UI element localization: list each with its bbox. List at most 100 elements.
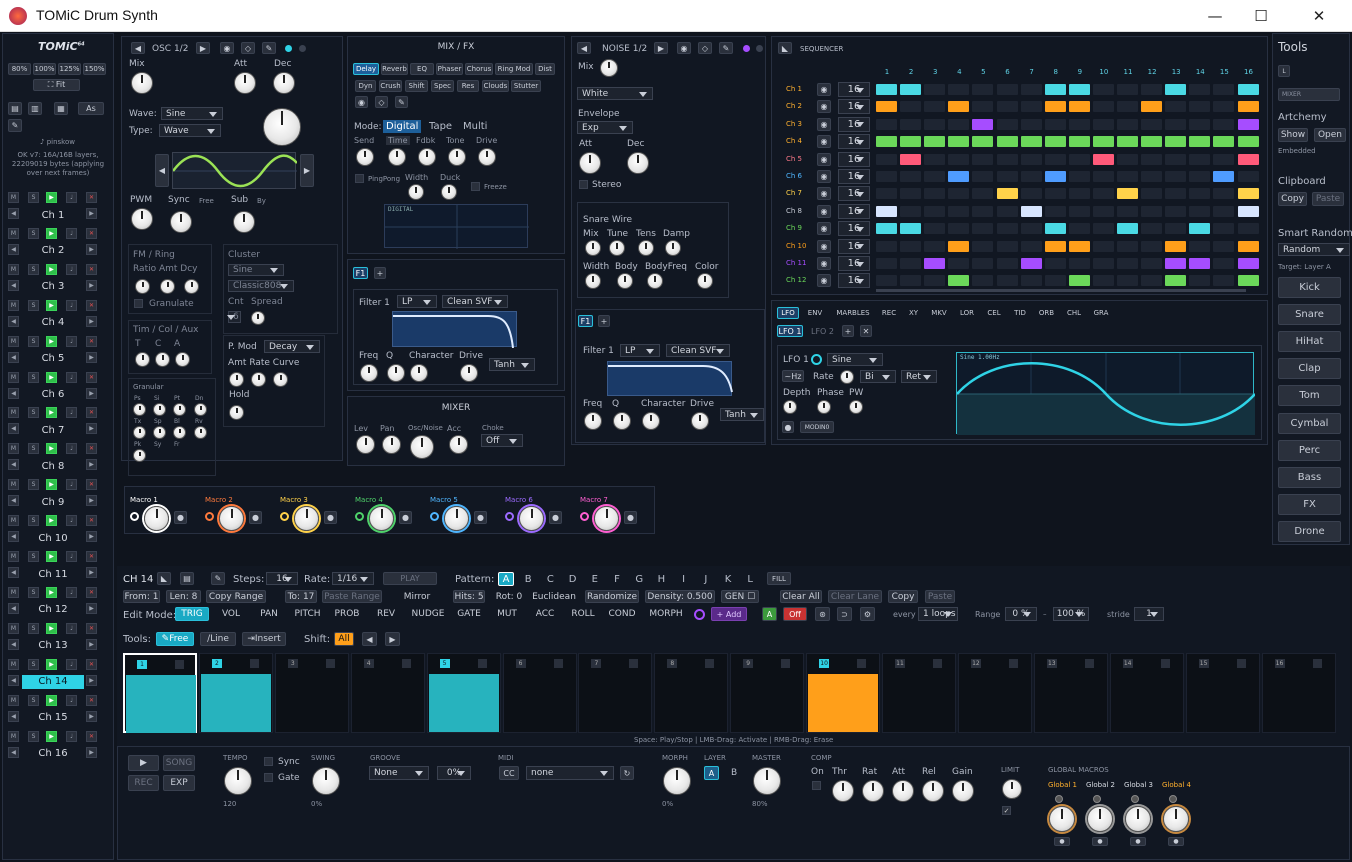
osc-att-knob[interactable]	[234, 72, 256, 94]
tool-fx-button[interactable]: FX	[1278, 493, 1341, 515]
seq-step-cell[interactable]	[924, 118, 946, 130]
seq-step-cell[interactable]	[972, 205, 994, 217]
seq-step-cell[interactable]	[948, 171, 970, 182]
ch-solo-button[interactable]: S	[28, 658, 39, 670]
seq-step-cell[interactable]	[900, 84, 922, 95]
ch-prev-button[interactable]: ◀	[8, 567, 19, 578]
export-icon[interactable]: ▦	[54, 102, 68, 115]
stride-field[interactable]: 1	[1134, 607, 1164, 621]
choke-select[interactable]: Off	[481, 434, 523, 447]
ch-remove-button[interactable]: ✕	[86, 192, 97, 203]
groove-select[interactable]: None	[369, 766, 429, 780]
smart-random-select[interactable]: Random	[1278, 243, 1350, 256]
seq-step-cell[interactable]	[996, 136, 1018, 148]
seq-step-cell[interactable]	[1237, 153, 1259, 165]
seq-step-cell[interactable]	[948, 101, 970, 113]
seq-row-power-icon[interactable]: ◉	[817, 117, 831, 131]
seq-step-cell[interactable]	[1237, 258, 1259, 269]
midi-refresh-icon[interactable]: ↻	[620, 766, 634, 780]
ch-play-button[interactable]: ▶	[46, 730, 57, 742]
gate-checkbox[interactable]	[264, 773, 273, 782]
fx-mode-tape[interactable]: Tape	[426, 120, 455, 133]
global-macro-dot-icon[interactable]	[1131, 795, 1139, 803]
pmod-rate-knob[interactable]	[251, 372, 266, 387]
seq-step-cell[interactable]	[1092, 153, 1114, 165]
zoom-3-button[interactable]: 150%	[83, 63, 106, 75]
fx-power-icon[interactable]: ◉	[355, 96, 368, 108]
seq-step-cell[interactable]	[1092, 223, 1114, 235]
channel-select-10[interactable]: Ch 10	[22, 531, 84, 545]
ch-play-button[interactable]: ▶	[46, 586, 57, 598]
ch-next-button[interactable]: ▶	[86, 638, 97, 650]
macro-assign-button[interactable]: ●	[399, 511, 412, 524]
ch-remove-button[interactable]: ✕	[86, 299, 97, 311]
ch-note-icon[interactable]: ♩	[66, 694, 77, 706]
shift-all-button[interactable]: All	[334, 632, 354, 646]
layer-b-button[interactable]: B	[731, 768, 737, 778]
ch-prev-button[interactable]: ◀	[8, 243, 19, 255]
seq-step-cell[interactable]	[996, 205, 1018, 217]
ch-next-button[interactable]: ▶	[86, 351, 97, 363]
step-pad[interactable]: 2	[198, 653, 273, 733]
limit-checkbox[interactable]: ✓	[1002, 806, 1011, 815]
ch-solo-button[interactable]: S	[28, 335, 39, 347]
seq-step-cell[interactable]	[972, 240, 994, 252]
ch-note-icon[interactable]: ♩	[66, 227, 77, 239]
osc-prev-button[interactable]: ◀	[131, 42, 145, 54]
granular-knob[interactable]	[173, 426, 186, 439]
swing-knob[interactable]	[312, 767, 340, 795]
mod-tab-tid[interactable]: TID	[1009, 307, 1031, 319]
seq-step-cell[interactable]	[1213, 118, 1235, 130]
range-tool-button[interactable]: To: 17	[285, 590, 317, 603]
c-knob[interactable]	[155, 352, 170, 367]
range-tool-button[interactable]: From: 1	[123, 590, 160, 603]
tool-snare-button[interactable]: Snare	[1278, 304, 1341, 326]
seq-step-cell[interactable]	[1044, 84, 1066, 95]
osc-next-button[interactable]: ▶	[196, 42, 210, 54]
seq-step-cell[interactable]	[876, 84, 897, 95]
seq-step-cell[interactable]	[1068, 188, 1090, 200]
ch-play-button[interactable]: ▶	[46, 479, 57, 491]
range-tool-button[interactable]: Mirror	[400, 590, 434, 603]
ch-next-button[interactable]: ▶	[86, 567, 97, 578]
global-macro-dot-icon[interactable]	[1055, 795, 1063, 803]
seq-step-cell[interactable]	[924, 205, 946, 217]
ch-prev-button[interactable]: ◀	[8, 315, 19, 327]
step-pad[interactable]: 8	[654, 653, 729, 733]
ch-remove-button[interactable]: ✕	[86, 586, 97, 598]
cluster-model-select[interactable]: Classic808	[228, 280, 294, 292]
tools-copy-button[interactable]: Copy	[1278, 192, 1307, 206]
seq-step-cell[interactable]	[1141, 240, 1163, 252]
lfo-hz-button[interactable]: ~Hz	[782, 370, 804, 382]
range-tool-button[interactable]: GEN ☐	[721, 590, 759, 603]
ch-note-icon[interactable]: ♩	[66, 263, 77, 275]
seq-step-cell[interactable]	[876, 153, 897, 165]
ch-play-button[interactable]: ▶	[46, 694, 57, 706]
tempo-knob[interactable]	[224, 767, 252, 795]
fx-random-icon[interactable]: ◇	[375, 96, 388, 108]
seq-row-power-icon[interactable]: ◉	[817, 222, 831, 236]
ch-solo-button[interactable]: S	[28, 299, 39, 311]
seq-step-cell[interactable]	[948, 223, 970, 235]
seq-step-cell[interactable]	[924, 136, 946, 148]
seq-step-cell[interactable]	[1092, 258, 1114, 269]
mix-filter-q-knob[interactable]	[387, 364, 405, 382]
channel-select-4[interactable]: Ch 4	[22, 316, 84, 330]
seq-step-cell[interactable]	[1237, 240, 1259, 252]
granular-knob[interactable]	[153, 426, 166, 439]
seq-step-cell[interactable]	[972, 136, 994, 148]
cond-off-button[interactable]: Off	[783, 607, 807, 621]
fx-width-knob[interactable]	[408, 184, 424, 200]
wave-prev-button[interactable]: ◀	[155, 154, 169, 187]
tool-clap-button[interactable]: Clap	[1278, 358, 1341, 380]
wave-select[interactable]: Sine	[161, 107, 223, 120]
play-button[interactable]: ▶	[128, 755, 159, 771]
seq-step-cell[interactable]	[876, 275, 897, 287]
seq-step-cell[interactable]	[1117, 275, 1138, 287]
seq-step-cell[interactable]	[1141, 275, 1163, 287]
seq-row-length[interactable]: 16	[838, 99, 870, 115]
master-knob[interactable]	[753, 767, 781, 795]
seq-step-cell[interactable]	[876, 171, 897, 182]
range-tool-button[interactable]: Rot: 0	[493, 590, 525, 603]
ch-prev-button[interactable]: ◀	[8, 423, 19, 435]
